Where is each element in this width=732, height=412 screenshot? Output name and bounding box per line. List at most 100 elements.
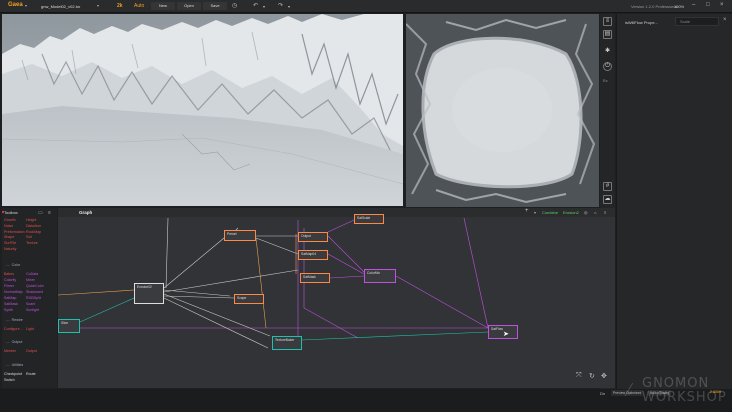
- cursor-icon: ➤: [503, 331, 509, 338]
- node-satflow[interactable]: SatFlow ➤: [488, 325, 518, 339]
- node-colormix[interactable]: ColorMix: [364, 269, 396, 283]
- toolbox-item[interactable]: SatMap: [4, 296, 16, 300]
- toolbox-item[interactable]: SatMask: [4, 302, 18, 306]
- toolbox-item[interactable]: Synth: [4, 308, 13, 312]
- toolbox-item[interactable]: CoData: [26, 272, 38, 276]
- section-color[interactable]: — Color: [6, 263, 20, 267]
- toolbox-item[interactable]: QuickColor: [26, 284, 44, 288]
- combine-button[interactable]: Combine: [542, 210, 558, 215]
- node-slice[interactable]: Slice: [58, 319, 80, 333]
- toolbox-item[interactable]: RockMap: [26, 230, 41, 234]
- version-label: Version 1.2.0 Professional: [631, 4, 678, 9]
- cloud-icon[interactable]: ☁: [603, 195, 612, 204]
- section-rewire[interactable]: — Rewire: [6, 318, 23, 322]
- section-output[interactable]: — Output: [6, 340, 22, 344]
- properties-panel: isWillFlow Prope... Scale ×: [616, 14, 732, 389]
- fit-view-icon[interactable]: ⤧: [576, 372, 582, 380]
- undo-icon[interactable]: ↶: [253, 2, 258, 9]
- open-button[interactable]: Open: [177, 2, 201, 10]
- toolbox-item[interactable]: Output: [26, 349, 37, 353]
- toolbox-item[interactable]: Bakes: [4, 272, 14, 276]
- toolbox-item[interactable]: Light: [26, 327, 34, 331]
- arrange-icon[interactable]: ✥: [601, 372, 607, 380]
- node-erosion02[interactable]: Erosion02: [134, 283, 164, 304]
- node-scape[interactable]: Scape: [234, 294, 264, 304]
- toolbox-item[interactable]: Switch: [4, 378, 15, 382]
- erosion-button[interactable]: Erosion2: [563, 210, 579, 215]
- graph-editor[interactable]: Graph + ▾ Combine Erosion2 ◎ ⌂ ≡ Preset …: [58, 208, 615, 388]
- layers-icon[interactable]: ▤: [603, 30, 612, 39]
- preview-optimized-chip[interactable]: Preview Optimized: [611, 390, 644, 396]
- node-output[interactable]: Output: [298, 232, 328, 242]
- chevron-down-icon: —: [6, 340, 10, 344]
- toolbox-item[interactable]: Configure...: [4, 327, 23, 331]
- toolbox-item[interactable]: Naturity: [4, 247, 16, 251]
- graph-toolbar: Graph + ▾ Combine Erosion2 ◎ ⌂ ≡: [58, 208, 615, 217]
- toolbox-menu-icon[interactable]: ≡: [48, 210, 51, 216]
- node-texturebaker[interactable]: TextureBaker: [272, 336, 302, 350]
- toolbox-item[interactable]: Distortion: [26, 224, 41, 228]
- toolbox-item[interactable]: Shadowed: [26, 290, 43, 294]
- top-bar: Gaea ▾ gnw_Model02_v02.tor ▾ 2k Auto New…: [0, 0, 732, 13]
- graph-menu-icon[interactable]: ≡: [604, 210, 606, 215]
- toolbox-item[interactable]: Height: [26, 218, 36, 222]
- toolbox-item[interactable]: Growth: [4, 218, 16, 222]
- toolbox-item[interactable]: Mixer: [26, 278, 35, 282]
- home-icon[interactable]: ⌂: [594, 210, 596, 215]
- app-logo[interactable]: Gaea: [8, 2, 23, 8]
- refresh-icon[interactable]: ↻: [589, 372, 595, 380]
- toolbox-toggle-icon[interactable]: ▭: [38, 210, 43, 216]
- graph-title: Graph: [79, 210, 93, 215]
- new-button[interactable]: New: [151, 2, 175, 10]
- add-node-icon[interactable]: +: [525, 208, 529, 214]
- toolbox-item[interactable]: Scant: [26, 302, 35, 306]
- viewport-2d[interactable]: [406, 14, 599, 207]
- add-chevron-icon[interactable]: ▾: [534, 210, 536, 215]
- maximize-icon[interactable]: □: [706, 2, 710, 8]
- undo-chevron-icon[interactable]: ▾: [263, 4, 265, 9]
- save-button[interactable]: Save: [203, 2, 227, 10]
- toolbox-item[interactable]: Route: [26, 372, 36, 376]
- toolbox-item[interactable]: SurfTile: [4, 241, 16, 245]
- export-label[interactable]: Ex: [603, 78, 608, 83]
- toolbox-item[interactable]: RGBSplit: [26, 296, 41, 300]
- history-icon[interactable]: ◷: [232, 2, 237, 9]
- properties-search-input[interactable]: Scale: [675, 17, 719, 26]
- redo-icon[interactable]: ↷: [278, 2, 283, 9]
- chevron-down-icon: —: [6, 363, 10, 367]
- node-preset[interactable]: Preset: [224, 230, 256, 241]
- toolbox-item[interactable]: Preformation: [4, 230, 25, 234]
- node-satmask[interactable]: SatMask: [300, 273, 330, 283]
- toolbox-item[interactable]: Sunlight: [26, 308, 39, 312]
- toolbox-item[interactable]: Shape: [4, 235, 14, 239]
- toolbox-item[interactable]: Texture: [26, 241, 38, 245]
- toolbox-item[interactable]: Checkpoint: [4, 372, 22, 376]
- toolbox-panel: Toolbox ▭ ≡ Growth Noise Preformation Shape…: [2, 208, 57, 388]
- grid-view-icon[interactable]: #: [603, 182, 612, 191]
- toolbox-item[interactable]: Soil: [26, 235, 32, 239]
- toolbox-item[interactable]: Noise: [4, 224, 13, 228]
- node-satmap04[interactable]: SatMap04: [298, 250, 328, 260]
- app-menu-chevron-icon[interactable]: ▾: [25, 3, 27, 8]
- resolution-toggle[interactable]: 2k: [117, 3, 123, 9]
- redo-chevron-icon[interactable]: ▾: [288, 4, 290, 9]
- close-icon[interactable]: ×: [720, 2, 724, 8]
- zoom-level[interactable]: 100%: [674, 4, 684, 9]
- section-utilities[interactable]: — Utilities: [6, 363, 23, 367]
- toolbox-item[interactable]: Mesher: [4, 349, 16, 353]
- viewport-3d[interactable]: [2, 14, 403, 206]
- target-icon[interactable]: ◎: [584, 210, 588, 215]
- minimize-icon[interactable]: –: [692, 2, 695, 8]
- node-satscale[interactable]: SatScale: [354, 214, 384, 224]
- panel-toggle-icon[interactable]: ≡: [603, 17, 612, 26]
- build-quality-chip[interactable]: Build Quality: [648, 390, 672, 396]
- build-mode-toggle[interactable]: Auto: [134, 3, 144, 9]
- toolbox-item[interactable]: NormalMap: [4, 290, 23, 294]
- file-menu-chevron-icon[interactable]: ▾: [97, 3, 99, 8]
- status-icon[interactable]: Dn: [600, 391, 605, 396]
- power-icon[interactable]: ⏻: [603, 62, 612, 71]
- toolbox-item[interactable]: Colorify: [4, 278, 16, 282]
- settings-icon[interactable]: ✱: [603, 48, 612, 57]
- toolbox-item[interactable]: Filmer: [4, 284, 14, 288]
- properties-close-icon[interactable]: ×: [723, 17, 727, 23]
